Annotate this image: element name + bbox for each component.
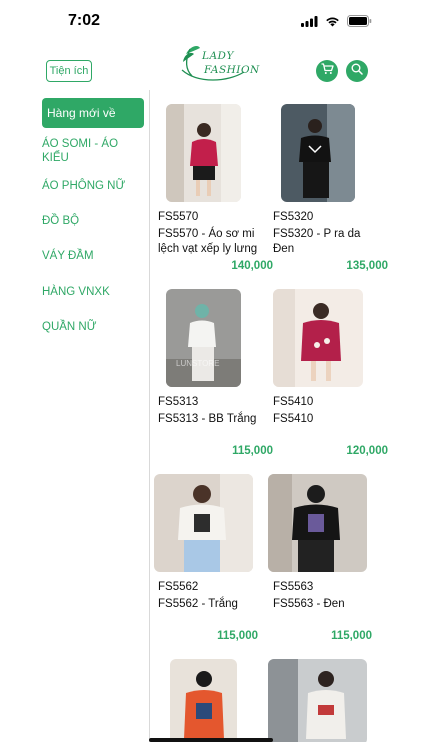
product-price: 115,000 [232, 445, 273, 457]
product-card[interactable]: FS5410 FS5410 120,000 [273, 275, 388, 460]
category-item-export[interactable]: HÀNG VNXK [42, 285, 144, 299]
search-button[interactable] [346, 60, 368, 82]
product-code: FS5320 [273, 211, 314, 223]
product-image [166, 104, 241, 202]
product-card[interactable]: FS5320 FS5320 - P ra da Đen 135,000 [273, 90, 388, 275]
cart-button[interactable] [316, 60, 338, 82]
wifi-icon [325, 14, 340, 32]
battery-icon [347, 14, 372, 32]
product-name: FS5410 [273, 413, 314, 425]
category-item-new-arrivals[interactable]: Hàng mới về [42, 98, 144, 128]
product-price: 140,000 [231, 260, 273, 272]
product-image [273, 289, 363, 387]
product-name: FS5563 - Đen [273, 598, 345, 610]
product-name: FS5562 - Trắng [158, 598, 238, 610]
product-card[interactable] [158, 645, 273, 742]
product-code: FS5562 [158, 581, 199, 593]
category-item-pants[interactable]: QUẦN NỮ [42, 320, 144, 334]
product-name: FS5313 - BB Trắng [158, 413, 257, 425]
product-price: 115,000 [217, 630, 258, 642]
product-card[interactable]: LUNSTORE FS5313 FS5313 - BB Trắng 115,00… [158, 275, 273, 460]
category-item-tshirts[interactable]: ÁO PHÔNG NỮ [42, 179, 144, 193]
product-card[interactable]: FS5570 FS5570 - Áo sơ mi lệch vạt xếp ly… [158, 90, 273, 275]
status-icons [301, 14, 372, 32]
utility-button[interactable]: Tiện ích [46, 60, 92, 82]
home-indicator [149, 738, 273, 742]
product-code: FS5313 [158, 396, 199, 408]
status-time: 7:02 [68, 12, 101, 29]
brand-logo: LADY FASHION [178, 42, 259, 88]
product-card[interactable]: FS5563 FS5563 - Đen 115,000 [268, 460, 383, 645]
signal-icon [301, 14, 318, 32]
category-item-dresses[interactable]: VÁY ĐẦM [42, 249, 144, 263]
category-item-sets[interactable]: ĐỒ BỘ [42, 214, 144, 228]
category-item-shirts[interactable]: ÁO SOMI - ÁO KIỂU [42, 137, 144, 165]
product-price: 120,000 [346, 445, 388, 457]
product-card[interactable] [268, 645, 383, 742]
product-image [170, 659, 237, 742]
cart-icon [321, 62, 334, 80]
product-price: 115,000 [331, 630, 372, 642]
watermark-text: LUNSTORE [176, 359, 220, 368]
product-grid: FS5570 FS5570 - Áo sơ mi lệch vạt xếp ly… [150, 90, 422, 742]
category-sidebar: Hàng mới về ÁO SOMI - ÁO KIỂU ÁO PHÔNG N… [0, 90, 150, 742]
product-image: LUNSTORE [166, 289, 241, 387]
product-image [281, 104, 355, 202]
product-price: 135,000 [346, 260, 388, 272]
search-icon [351, 62, 363, 80]
product-code: FS5563 [273, 581, 314, 593]
product-code: FS5410 [273, 396, 314, 408]
product-code: FS5570 [158, 211, 199, 223]
product-name: FS5320 - P ra da Đen [273, 228, 361, 255]
product-image [268, 659, 367, 742]
product-image [154, 474, 253, 572]
product-name: FS5570 - Áo sơ mi lệch vạt xếp ly lưng [158, 228, 258, 255]
logo-text-line2: FASHION [204, 64, 260, 76]
logo-text-line1: LADY [202, 50, 234, 62]
product-image [268, 474, 367, 572]
app-header: Tiện ích LADY FASHION [0, 38, 422, 90]
product-card[interactable]: FS5562 FS5562 - Trắng 115,000 [154, 460, 269, 645]
